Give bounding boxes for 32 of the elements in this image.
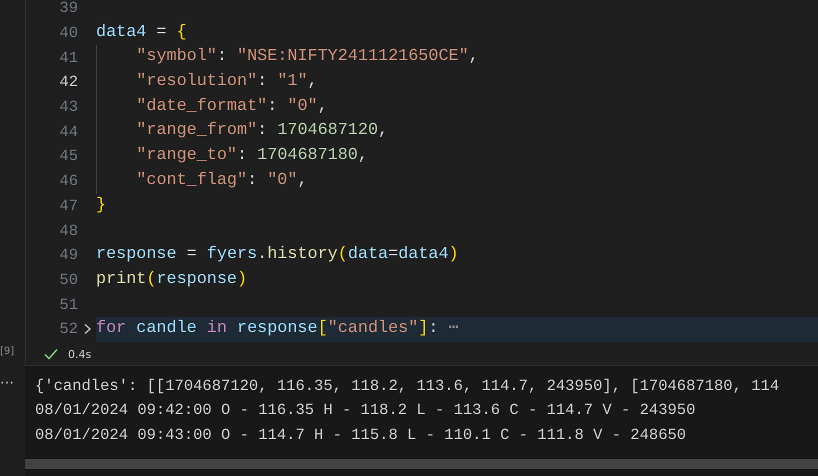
code-line: "range_to": 1704687180, [136,145,368,168]
code-line: print(response) [96,268,248,291]
line-number: 45 [58,147,78,166]
line-number: 41 [58,48,78,67]
output-line: 08/01/2024 09:43:00 O - 114.7 H - 115.8 L - 110.1 C - 111.8 V - 248650 [34,424,688,446]
line-number: 47 [58,196,78,215]
line-number: 48 [58,222,78,240]
code-line: "symbol": "NSE:NIFTY2411121650CE", [136,46,479,68]
horizontal-scrollbar[interactable] [25,458,818,469]
execution-count: [9] [0,345,16,359]
execution-time: 0.4s [68,348,92,361]
line-number: 43 [58,98,78,116]
output-line: {'candles': [[1704687120, 116.35, 118.2, 113.6, 114.7, 243950], [1704687180, 114 [34,376,780,397]
line-number: 50 [58,270,78,289]
line-number: 39 [58,0,78,18]
code-line: data4 = { [96,22,187,44]
output-menu-button[interactable]: ⋯ [0,365,25,392]
line-number: 46 [58,172,78,190]
code-line: "resolution": "1", [136,71,318,94]
code-line: response = fyers.history(data=data4) [96,244,459,266]
line-number: 49 [58,246,78,264]
code-line: "date_format": "0", [136,96,328,118]
line-number: 51 [58,296,78,314]
code-line: "cont_flag": "0", [136,170,308,192]
code-line: } [96,194,106,216]
code-line: "range_from": 1704687120, [136,120,388,142]
chevron-icon[interactable] [82,323,92,336]
output-line: 08/01/2024 09:42:00 O - 116.35 H - 118.2 L - 113.6 C - 114.7 V - 243950 [34,400,696,422]
line-number: 42 [58,73,78,92]
line-number: 52 [58,320,78,338]
line-number: 40 [58,24,78,42]
line-number: 44 [58,122,78,141]
